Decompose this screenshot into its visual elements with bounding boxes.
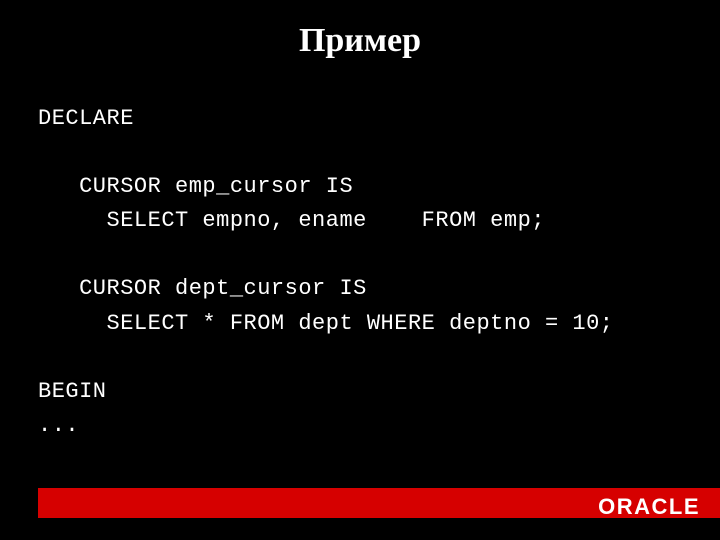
slide: Пример DECLARE CURSOR emp_cursor IS SELE… [0, 0, 720, 540]
oracle-logo: ORACLE [598, 494, 700, 520]
code-block: DECLARE CURSOR emp_cursor IS SELECT empn… [0, 60, 720, 443]
slide-title: Пример [0, 0, 720, 60]
